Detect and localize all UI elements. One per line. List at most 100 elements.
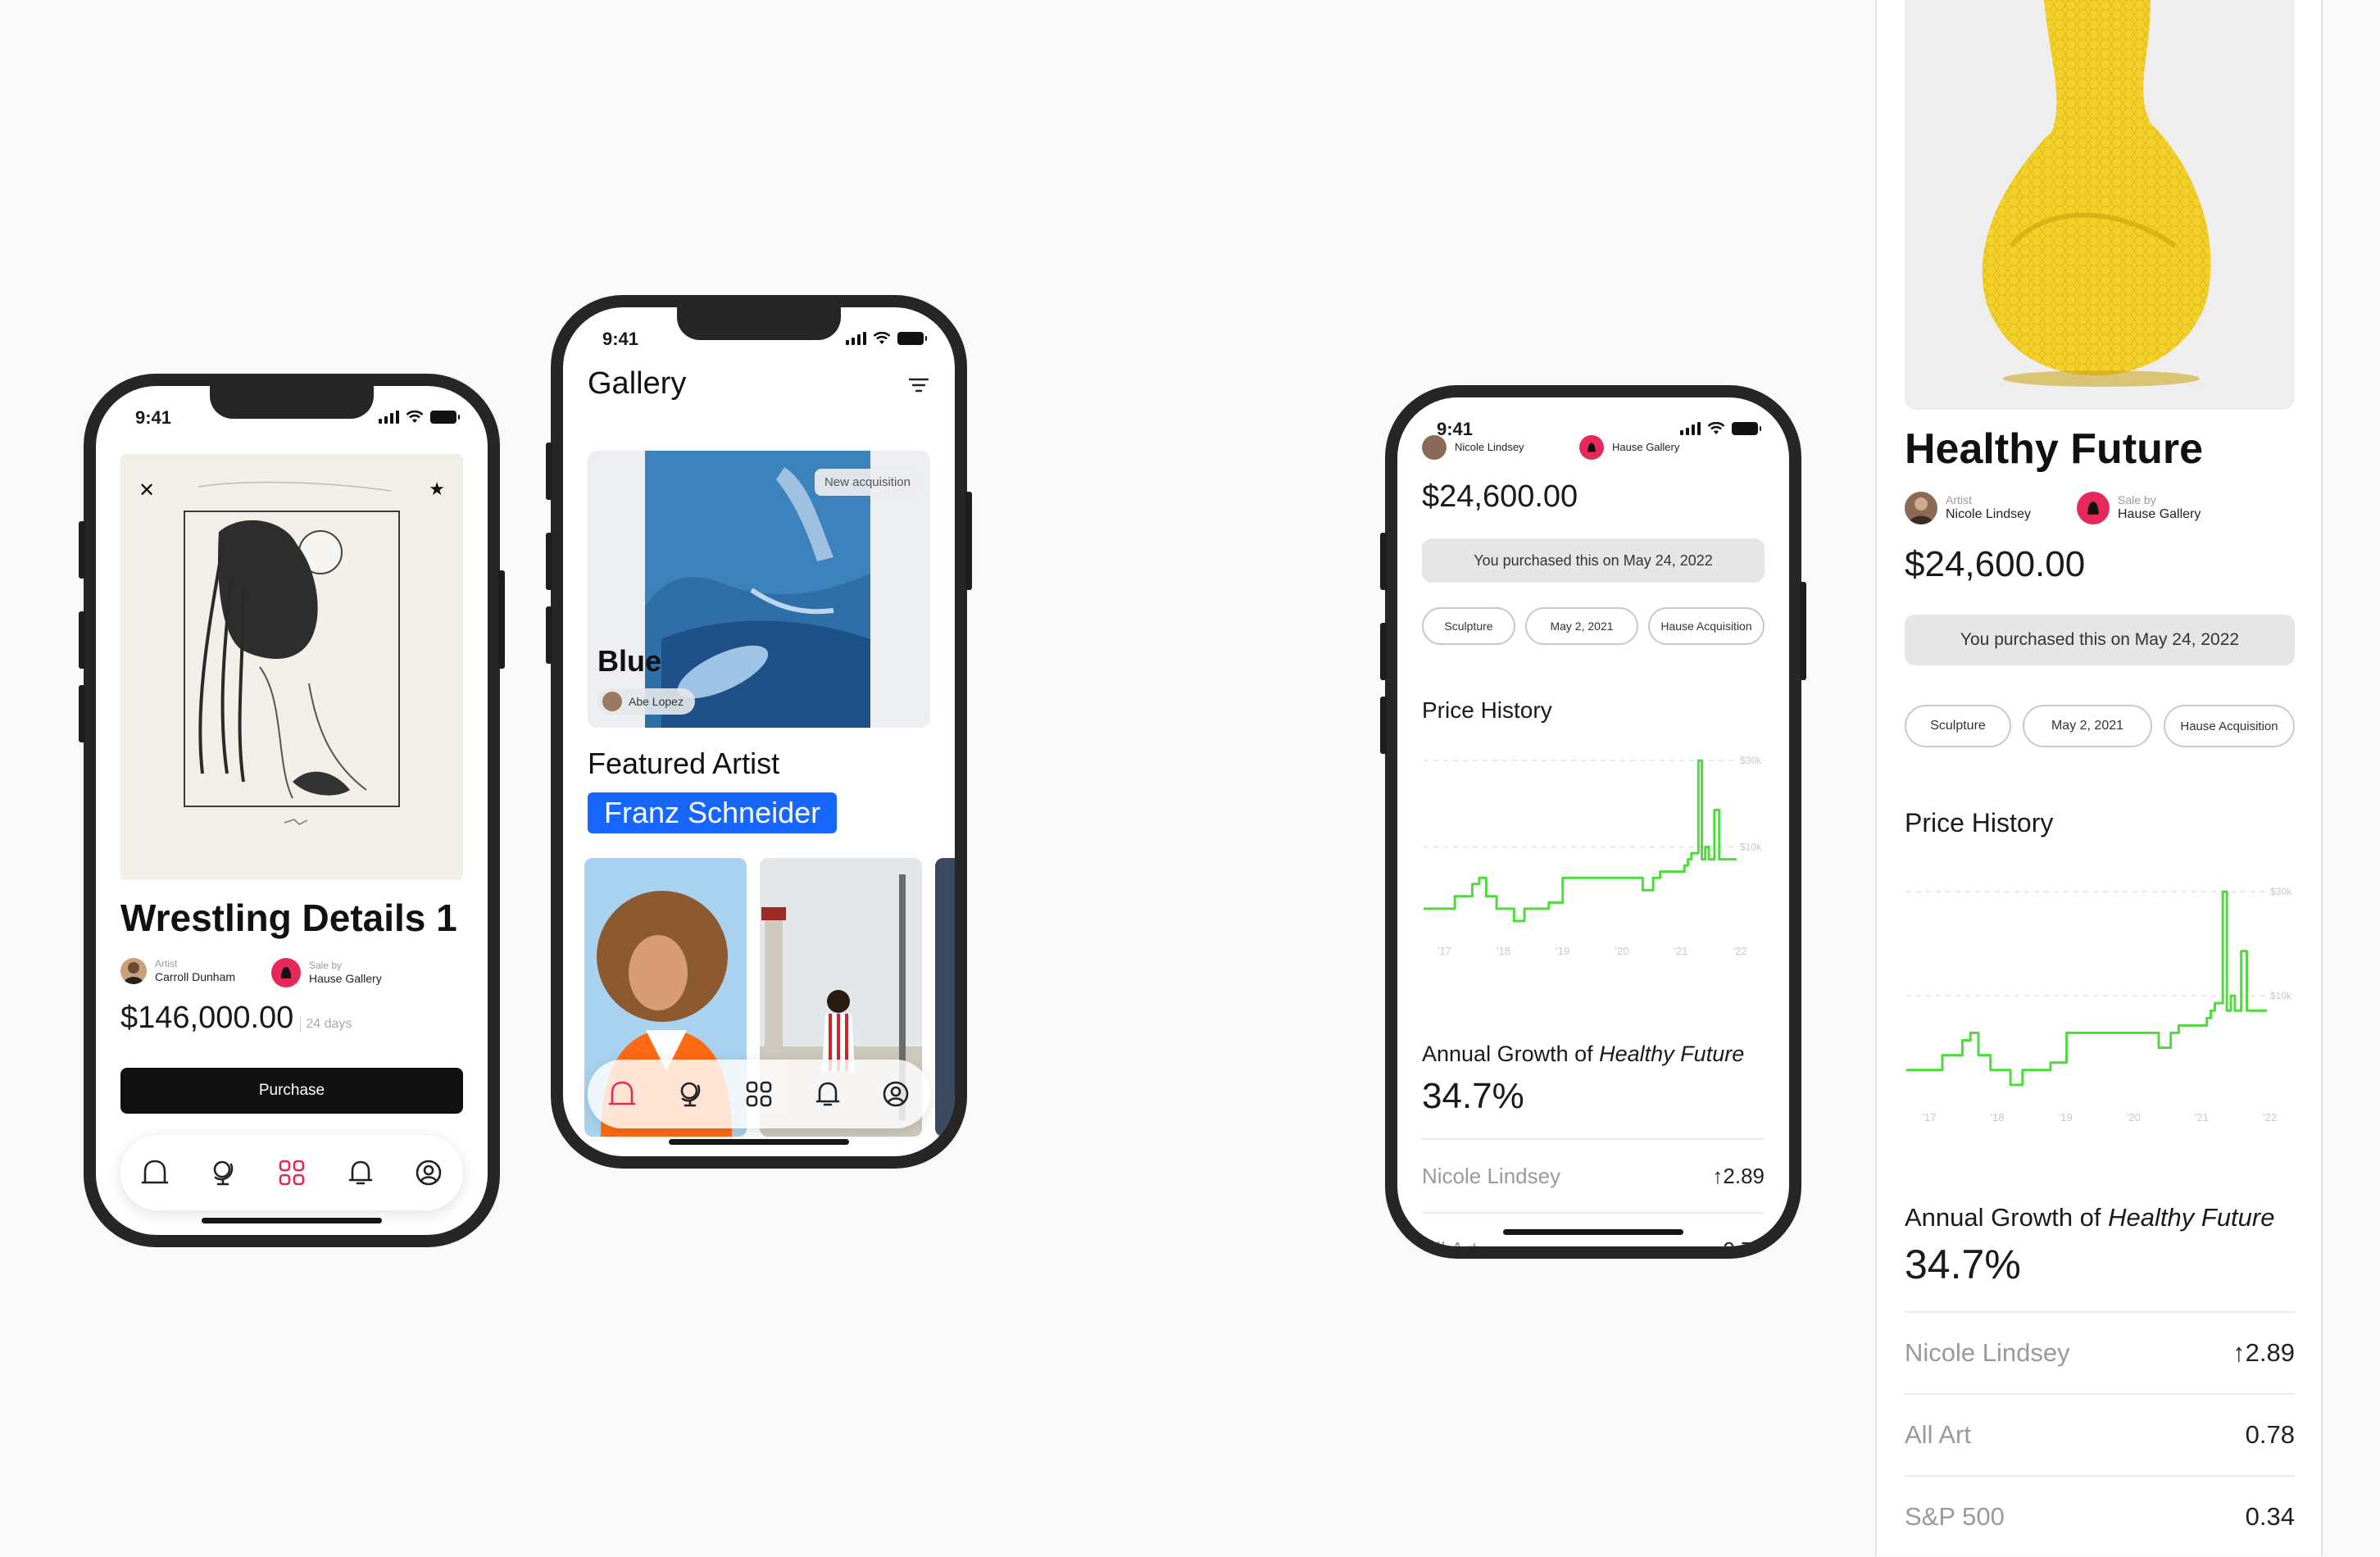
row-value: ↑2.89 bbox=[1712, 1163, 1765, 1188]
sale-name: Hause Gallery bbox=[309, 971, 382, 985]
y-tick-label: $30k bbox=[1740, 755, 1762, 766]
featured-artist-chip[interactable]: Abe Lopez bbox=[597, 688, 695, 715]
section-title: Featured Artist bbox=[588, 747, 780, 780]
artwork-title: Wrestling Details 1 bbox=[120, 897, 457, 939]
sale-name: Hause Gallery bbox=[1612, 440, 1680, 453]
comparison-row: Nicole Lindsey ↑2.89 bbox=[1905, 1311, 2295, 1393]
grid-icon[interactable] bbox=[274, 1155, 310, 1191]
wifi-icon bbox=[873, 332, 891, 344]
phone-artwork-detail: 9:41 ✕ ★ Wrestling Details 1 Artist Carr… bbox=[79, 374, 505, 1247]
artist-label: Artist bbox=[1946, 493, 1972, 507]
tag-pill[interactable]: May 2, 2021 bbox=[1525, 607, 1638, 645]
wifi-icon bbox=[406, 411, 424, 423]
artwork-detail-screen: 9:41 ✕ ★ Wrestling Details 1 Artist Carr… bbox=[96, 386, 488, 1235]
detail-panel-large: Healthy Future Artist Nicole Lindsey Sal… bbox=[1875, 0, 2323, 1556]
phone-price-detail: 9:41 Nicole Lindsey Hause Gallery $24,60… bbox=[1380, 385, 1806, 1259]
row-value: ↑2.89 bbox=[2232, 1338, 2295, 1367]
status-time: 9:41 bbox=[602, 329, 639, 349]
gallery-screen: 9:41 Gallery New acquisition Blue Abe Lo… bbox=[563, 307, 955, 1156]
grid-icon[interactable] bbox=[741, 1076, 777, 1112]
price-detail-screen: 9:41 Nicole Lindsey Hause Gallery $24,60… bbox=[1397, 397, 1789, 1246]
tag-pill[interactable]: Hause Acquisition bbox=[2164, 705, 2295, 747]
featured-artist-name: Abe Lopez bbox=[629, 695, 684, 708]
status-bar: 9:41 bbox=[563, 329, 955, 353]
price-line: $146,000.00 24 days bbox=[120, 1001, 352, 1036]
gallery-block[interactable]: Hause Gallery bbox=[1579, 435, 1679, 460]
growth-heading: Annual Growth of Healthy Future bbox=[1905, 1203, 2274, 1232]
x-tick-label: '20 bbox=[1615, 945, 1628, 957]
x-tick-label: '22 bbox=[1733, 945, 1747, 957]
days-on-sale: 24 days bbox=[300, 1017, 352, 1032]
close-icon[interactable]: ✕ bbox=[139, 479, 155, 502]
avatar bbox=[602, 692, 622, 711]
price-history-chart: $30k $10k '17 '18 '19 '20 '21 '22 bbox=[1424, 755, 1762, 957]
growth-heading: Annual Growth of Healthy Future bbox=[1422, 1042, 1744, 1067]
row-label: Nicole Lindsey bbox=[1422, 1163, 1561, 1188]
x-tick-label: '17 bbox=[1923, 1111, 1937, 1123]
phone-gallery: 9:41 Gallery New acquisition Blue Abe Lo… bbox=[546, 295, 972, 1169]
artwork-image: ✕ ★ bbox=[120, 454, 463, 880]
home-icon[interactable] bbox=[604, 1076, 640, 1112]
x-tick-label: '17 bbox=[1438, 945, 1451, 957]
filter-icon[interactable] bbox=[907, 376, 930, 394]
row-value: 0.78 bbox=[1723, 1237, 1765, 1247]
tag-pill[interactable]: Hause Acquisition bbox=[1648, 607, 1765, 645]
y-tick-label: $10k bbox=[2270, 990, 2292, 1001]
artist-block[interactable]: Nicole Lindsey bbox=[1422, 435, 1524, 460]
home-icon[interactable] bbox=[137, 1155, 173, 1191]
artwork-title: Healthy Future bbox=[1905, 425, 2204, 473]
sale-name: Hause Gallery bbox=[2118, 506, 2201, 521]
x-tick-label: '19 bbox=[1556, 945, 1569, 957]
artist-block[interactable]: Artist Carroll Dunham bbox=[120, 958, 235, 984]
y-tick-label: $30k bbox=[2270, 886, 2292, 897]
comparison-row: Nicole Lindsey ↑2.89 bbox=[1422, 1138, 1765, 1212]
artist-block[interactable]: Artist Nicole Lindsey bbox=[1905, 492, 2031, 524]
battery-icon bbox=[1732, 422, 1761, 435]
signal-icon bbox=[379, 409, 399, 424]
new-acquisition-badge: New acquisition bbox=[814, 469, 920, 496]
featured-artist-button[interactable]: Franz Schneider bbox=[588, 792, 838, 833]
profile-icon[interactable] bbox=[878, 1076, 914, 1112]
tag-pill[interactable]: Sculpture bbox=[1422, 607, 1515, 645]
sculpture-image bbox=[1905, 0, 2295, 410]
growth-value: 34.7% bbox=[1422, 1076, 1524, 1116]
x-tick-label: '21 bbox=[2195, 1111, 2209, 1123]
bell-icon[interactable] bbox=[343, 1155, 379, 1191]
star-icon[interactable]: ★ bbox=[429, 479, 445, 500]
artist-name: Carroll Dunham bbox=[155, 969, 236, 983]
price-history-title: Price History bbox=[1422, 697, 1552, 723]
tag-pill[interactable]: Sculpture bbox=[1905, 705, 2011, 747]
growth-artwork: Healthy Future bbox=[1599, 1042, 1745, 1066]
tag-pill[interactable]: May 2, 2021 bbox=[2023, 705, 2152, 747]
y-tick-label: $10k bbox=[1740, 842, 1762, 853]
signal-icon bbox=[1680, 420, 1701, 435]
tag-list: Sculpture May 2, 2021 Hause Acquisition bbox=[1422, 607, 1765, 645]
price: $146,000.00 bbox=[120, 1001, 294, 1035]
row-value: 0.78 bbox=[2245, 1420, 2295, 1449]
bell-icon[interactable] bbox=[810, 1076, 846, 1112]
row-value: 0.34 bbox=[2245, 1502, 2295, 1531]
sale-label: Sale by bbox=[309, 960, 343, 972]
row-label: All Art bbox=[1905, 1420, 1971, 1449]
purchase-button[interactable]: Purchase bbox=[120, 1068, 463, 1114]
gallery-block[interactable]: Sale by Hause Gallery bbox=[271, 958, 382, 987]
photo-card[interactable] bbox=[935, 858, 955, 1137]
x-tick-label: '20 bbox=[2127, 1111, 2141, 1123]
globe-icon[interactable] bbox=[205, 1155, 241, 1191]
price-line bbox=[1424, 759, 1737, 923]
x-tick-label: '21 bbox=[1674, 945, 1688, 957]
x-tick-label: '22 bbox=[2263, 1111, 2277, 1123]
featured-artwork-card[interactable]: New acquisition Blue Abe Lopez bbox=[588, 451, 930, 728]
home-indicator bbox=[202, 1218, 382, 1223]
artist-label: Artist bbox=[155, 958, 178, 970]
row-label: All Art bbox=[1422, 1237, 1478, 1247]
home-indicator bbox=[669, 1139, 849, 1145]
x-tick-label: '18 bbox=[1497, 945, 1510, 957]
price: $24,600.00 bbox=[1422, 479, 1578, 514]
globe-icon[interactable] bbox=[672, 1076, 708, 1112]
purchased-banner: You purchased this on May 24, 2022 bbox=[1905, 615, 2295, 665]
profile-icon[interactable] bbox=[411, 1155, 447, 1191]
gallery-block[interactable]: Sale by Hause Gallery bbox=[2077, 492, 2201, 524]
featured-artwork-title: Blue bbox=[597, 644, 662, 678]
row-label: Nicole Lindsey bbox=[1905, 1338, 2070, 1367]
